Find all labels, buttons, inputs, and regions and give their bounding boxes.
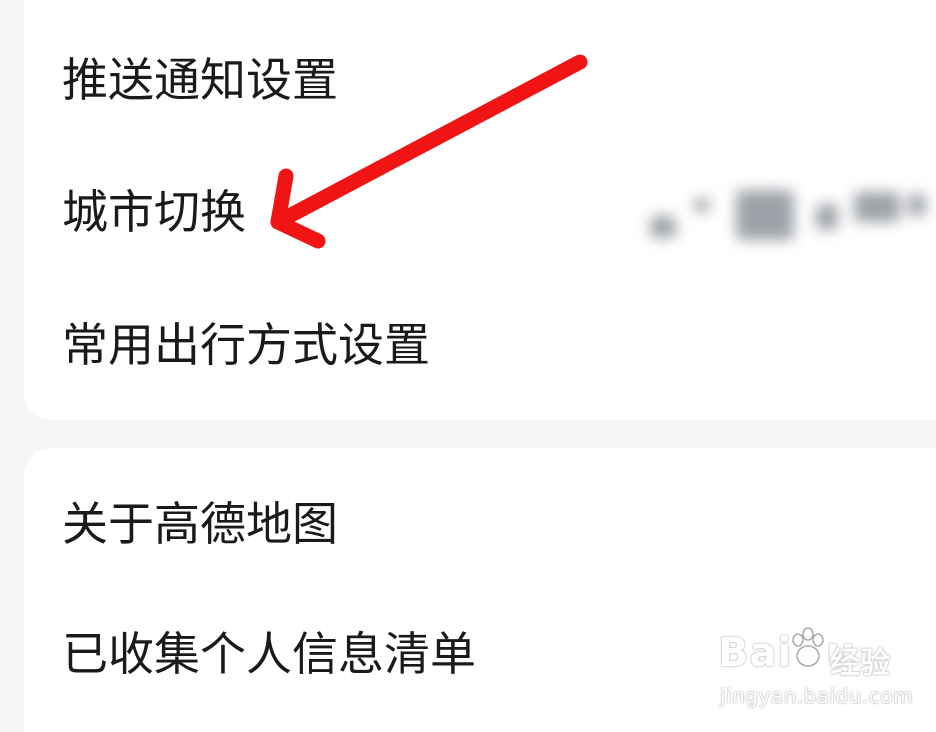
watermark-url: jingyan.baidu.com xyxy=(720,684,914,708)
settings-screen: 推送通知设置 城市切换 常用出行方式设置 关于高德地图 已收集个人信息清单 Ba… xyxy=(0,0,936,732)
about-amap-item[interactable]: 关于高德地图 xyxy=(62,484,338,564)
baidu-paw-icon xyxy=(792,627,824,667)
collected-personal-info-list-item[interactable]: 已收集个人信息清单 xyxy=(62,614,476,694)
travel-mode-settings-item[interactable]: 常用出行方式设置 xyxy=(62,305,430,385)
push-notification-settings-item[interactable]: 推送通知设置 xyxy=(62,40,338,120)
baidu-jingyan-watermark: Bai u 经验 jingyan.baidu.com xyxy=(716,626,916,716)
current-city-value-blurred xyxy=(640,180,930,250)
watermark-brand-suffix: 经验 xyxy=(830,646,890,681)
city-switch-item[interactable]: 城市切换 xyxy=(62,172,246,252)
